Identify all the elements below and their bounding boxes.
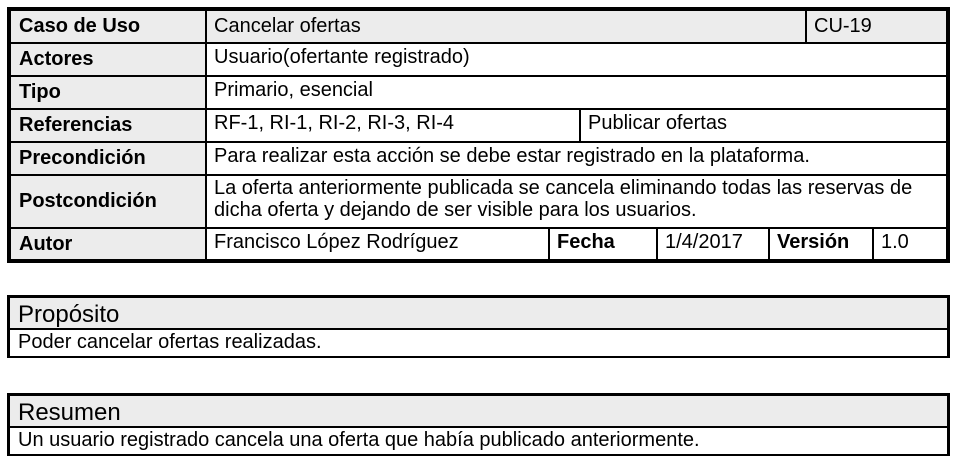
version-value: 1.0 <box>874 229 946 259</box>
date-label: Fecha <box>550 229 658 259</box>
postcondition-row: Postcondición La oferta anteriormente pu… <box>11 176 946 229</box>
use-case-row: Caso de Uso Cancelar ofertas CU-19 <box>11 11 946 44</box>
references-value: RF-1, RI-1, RI-2, RI-3, RI-4 <box>207 110 581 143</box>
type-label: Tipo <box>11 77 207 110</box>
version-label: Versión <box>770 229 874 259</box>
actors-value: Usuario(ofertante registrado) <box>207 44 946 77</box>
purpose-title: Propósito <box>10 298 947 330</box>
type-value: Primario, esencial <box>207 77 946 110</box>
type-row: Tipo Primario, esencial <box>11 77 946 110</box>
postcondition-label: Postcondición <box>11 176 207 229</box>
postcondition-value: La oferta anteriormente publicada se can… <box>207 176 946 229</box>
actors-row: Actores Usuario(ofertante registrado) <box>11 44 946 77</box>
use-case-code: CU-19 <box>807 11 946 44</box>
author-label: Autor <box>11 229 207 259</box>
actors-label: Actores <box>11 44 207 77</box>
references-related: Publicar ofertas <box>581 110 946 143</box>
date-value: 1/4/2017 <box>658 229 770 259</box>
summary-title: Resumen <box>10 396 947 428</box>
references-row: Referencias RF-1, RI-1, RI-2, RI-3, RI-4… <box>11 110 946 143</box>
references-label: Referencias <box>11 110 207 143</box>
use-case-table: Caso de Uso Cancelar ofertas CU-19 Actor… <box>7 7 950 263</box>
purpose-text: Poder cancelar ofertas realizadas. <box>10 330 947 356</box>
author-value: Francisco López Rodríguez <box>207 229 550 259</box>
summary-section: Resumen Un usuario registrado cancela un… <box>7 393 950 456</box>
purpose-section: Propósito Poder cancelar ofertas realiza… <box>7 295 950 358</box>
precondition-label: Precondición <box>11 143 207 176</box>
use-case-label: Caso de Uso <box>11 11 207 44</box>
summary-text: Un usuario registrado cancela una oferta… <box>10 428 947 454</box>
precondition-row: Precondición Para realizar esta acción s… <box>11 143 946 176</box>
author-row: Autor Francisco López Rodríguez Fecha 1/… <box>11 229 946 259</box>
precondition-value: Para realizar esta acción se debe estar … <box>207 143 946 176</box>
use-case-name: Cancelar ofertas <box>207 11 807 44</box>
